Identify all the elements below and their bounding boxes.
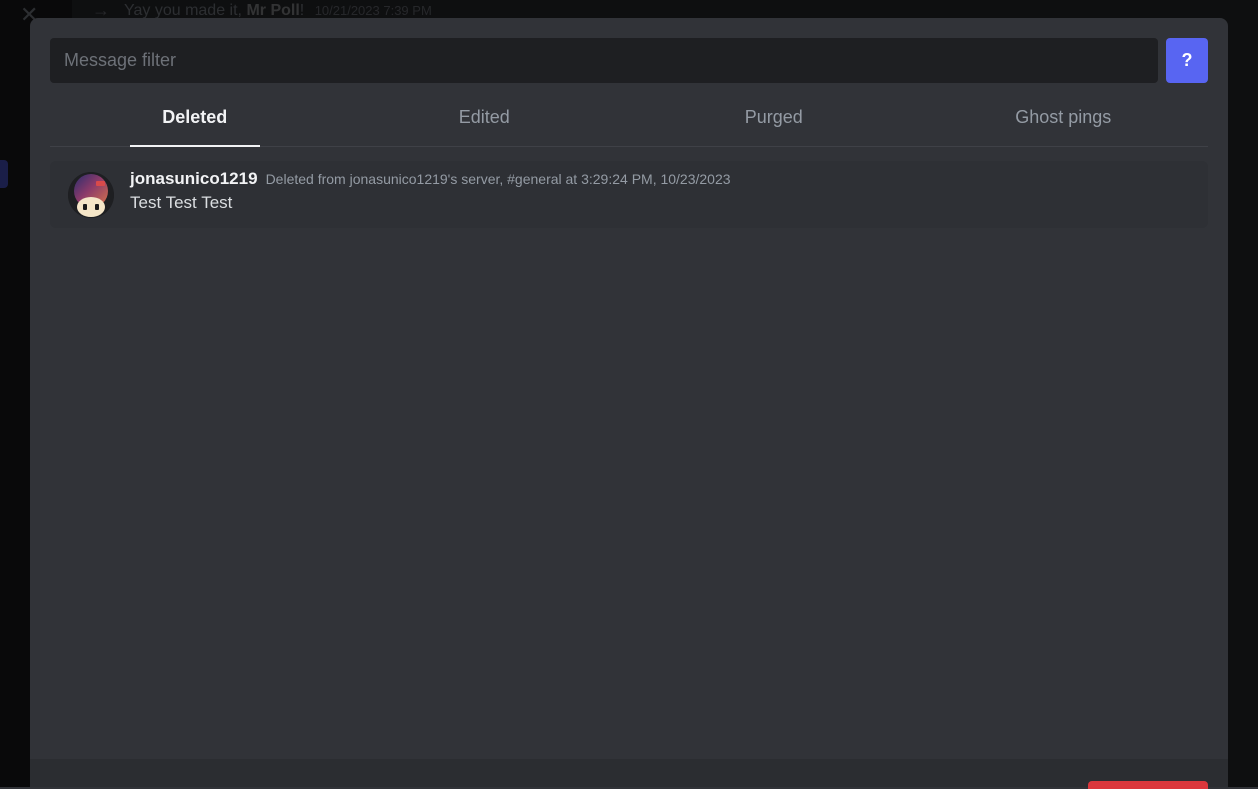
avatar — [68, 172, 114, 218]
tab-edited[interactable]: Edited — [340, 93, 630, 146]
help-button[interactable]: ? — [1166, 38, 1208, 83]
tab-bar: Deleted Edited Purged Ghost pings — [50, 93, 1208, 147]
tab-deleted[interactable]: Deleted — [50, 93, 340, 146]
message-username: jonasunico1219 — [130, 169, 258, 189]
message-list: jonasunico1219 Deleted from jonasunico12… — [50, 161, 1208, 759]
tab-purged[interactable]: Purged — [629, 93, 919, 146]
message-meta: Deleted from jonasunico1219's server, #g… — [266, 171, 731, 187]
modal-footer — [30, 759, 1228, 787]
danger-button[interactable] — [1088, 781, 1208, 789]
message-content: Test Test Test — [130, 191, 1190, 215]
message-item[interactable]: jonasunico1219 Deleted from jonasunico12… — [50, 161, 1208, 228]
message-logger-modal: ? Deleted Edited Purged Ghost pings — [30, 18, 1228, 787]
tab-ghost-pings[interactable]: Ghost pings — [919, 93, 1209, 146]
message-filter-input[interactable] — [50, 38, 1158, 83]
